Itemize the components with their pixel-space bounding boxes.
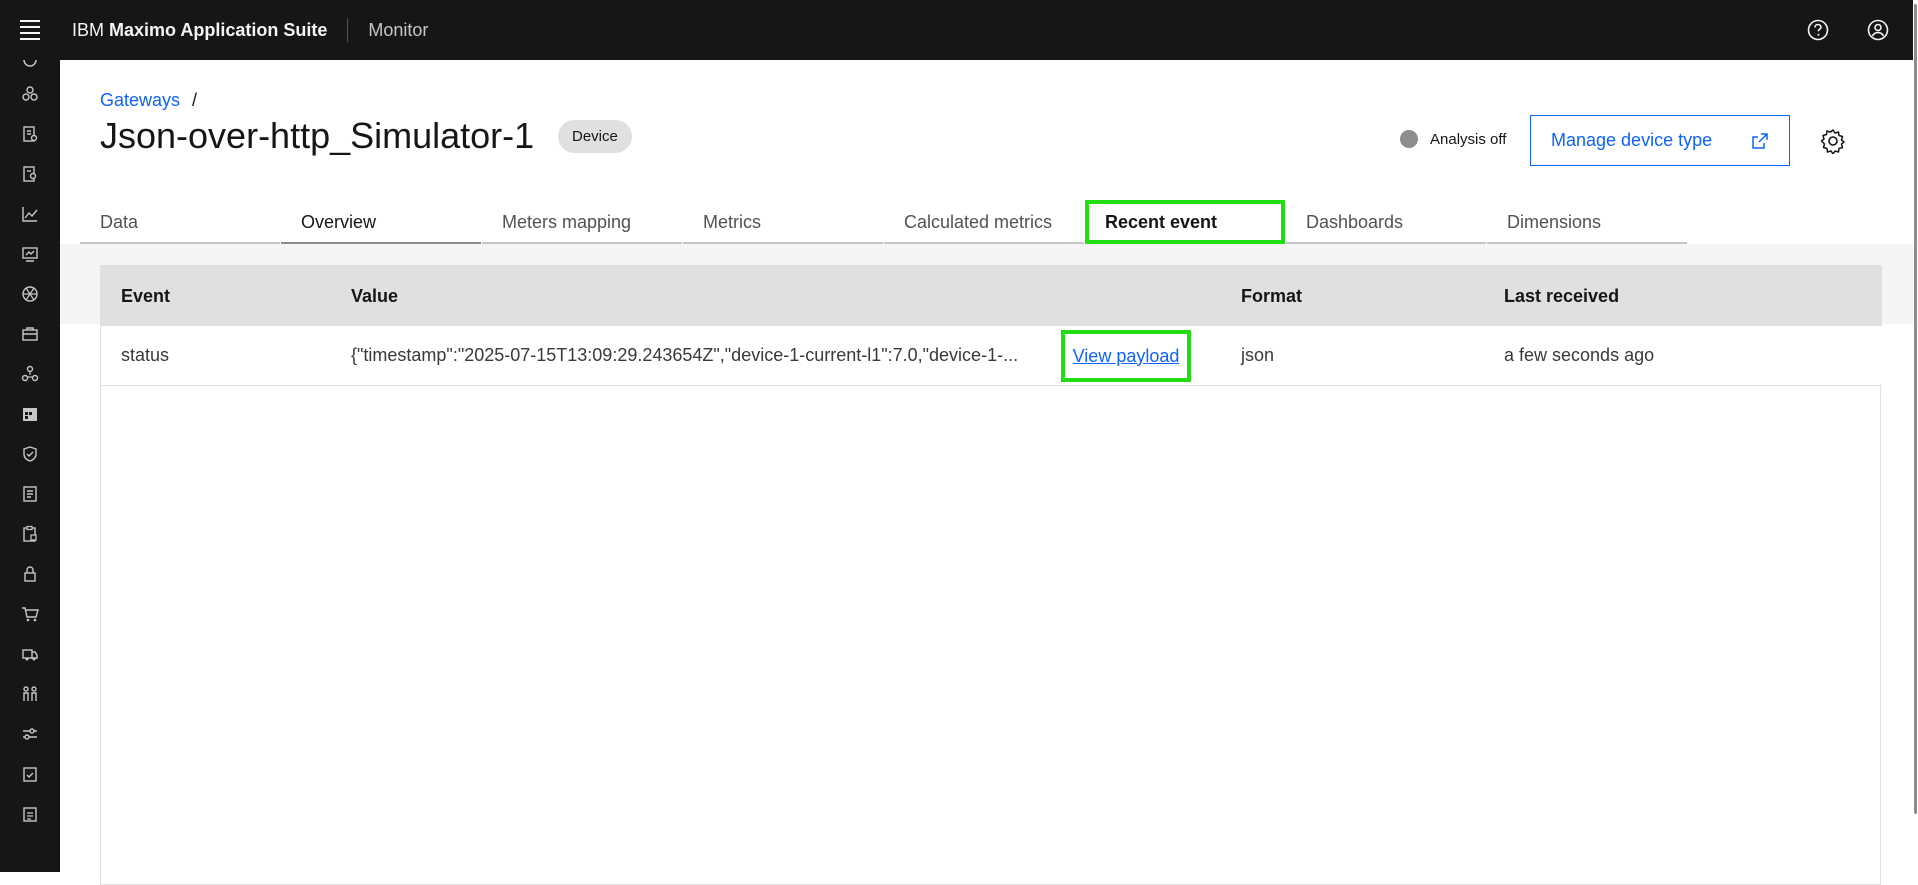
tab-calculated-metrics[interactable]: Calculated metrics xyxy=(884,200,1084,244)
nav-assets-icon[interactable] xyxy=(0,74,60,114)
brand-name[interactable]: IBM Maximo Application Suite xyxy=(72,20,327,41)
breadcrumb-gateways-link[interactable]: Gateways xyxy=(100,90,180,111)
tab-data[interactable]: Data xyxy=(80,200,280,244)
tab-dashboards[interactable]: Dashboards xyxy=(1286,200,1486,244)
cell-event: status xyxy=(121,345,170,365)
column-header-format[interactable]: Format xyxy=(1241,286,1302,307)
column-header-event[interactable]: Event xyxy=(121,286,170,307)
analysis-status: Analysis off xyxy=(1400,130,1506,148)
nav-calendar-icon[interactable] xyxy=(0,394,60,434)
device-tag: Device xyxy=(558,120,632,153)
column-header-last-received[interactable]: Last received xyxy=(1504,286,1619,307)
manage-device-type-label: Manage device type xyxy=(1551,130,1713,150)
scrollbar-thumb[interactable] xyxy=(1914,4,1917,814)
nav-settings-sliders-icon[interactable] xyxy=(0,714,60,754)
nav-toolbox-icon[interactable] xyxy=(0,314,60,354)
tab-metrics[interactable]: Metrics xyxy=(683,200,883,244)
page-scrollbar[interactable] xyxy=(1913,0,1918,872)
user-profile-icon[interactable] xyxy=(1848,0,1908,60)
view-payload-link[interactable]: View payload xyxy=(1061,330,1191,382)
nav-network-icon[interactable] xyxy=(0,354,60,394)
nav-cart-icon[interactable] xyxy=(0,594,60,634)
app-name: Monitor xyxy=(368,19,429,40)
nav-clipboard-icon[interactable] xyxy=(0,794,60,834)
nav-predict-icon[interactable] xyxy=(0,274,60,314)
header-divider xyxy=(347,18,349,42)
nav-target-icon[interactable] xyxy=(0,60,60,74)
brand-product: Maximo Application Suite xyxy=(109,19,328,40)
nav-clipboard-lock-icon[interactable] xyxy=(0,514,60,554)
side-navigation xyxy=(0,60,60,872)
breadcrumb: Gateways / xyxy=(100,90,197,111)
page-title: Json-over-http_Simulator-1 xyxy=(100,115,535,156)
nav-shield-icon[interactable] xyxy=(0,434,60,474)
tab-overview[interactable]: Overview xyxy=(281,200,481,244)
tab-recent-event[interactable]: Recent event xyxy=(1085,200,1285,244)
table-header: Event Value Format Last received xyxy=(101,266,1882,326)
status-dot-icon xyxy=(1400,130,1418,148)
nav-dashboard-icon[interactable] xyxy=(0,234,60,274)
nav-people-icon[interactable] xyxy=(0,674,60,714)
main-content: Gateways / Json-over-http_Simulator-1 De… xyxy=(60,60,1913,885)
top-header: IBM Maximo Application Suite Monitor xyxy=(0,0,1918,60)
tab-meters-mapping[interactable]: Meters mapping xyxy=(482,200,682,244)
breadcrumb-separator: / xyxy=(192,90,198,110)
analysis-status-label: Analysis off xyxy=(1430,130,1507,148)
nav-lock-icon[interactable] xyxy=(0,554,60,594)
table-row: status {"timestamp":"2025-07-15T13:09:29… xyxy=(101,326,1882,386)
help-icon[interactable] xyxy=(1788,0,1848,60)
brand-prefix: IBM xyxy=(72,19,105,40)
nav-checklist-icon[interactable] xyxy=(0,754,60,794)
menu-icon[interactable] xyxy=(0,0,60,60)
tab-list: Data Overview Meters mapping Metrics Cal… xyxy=(80,200,1688,244)
column-header-value[interactable]: Value xyxy=(351,286,398,307)
nav-work-orders-icon[interactable] xyxy=(0,114,60,154)
recent-events-table: Event Value Format Last received status … xyxy=(100,265,1882,885)
nav-delivery-icon[interactable] xyxy=(0,634,60,674)
nav-inspection-icon[interactable] xyxy=(0,154,60,194)
nav-monitor-chart-icon[interactable] xyxy=(0,194,60,234)
cell-format: json xyxy=(1241,345,1275,365)
settings-gear-icon[interactable] xyxy=(1820,128,1846,154)
tab-dimensions[interactable]: Dimensions xyxy=(1487,200,1687,244)
cell-last-received: a few seconds ago xyxy=(1504,345,1655,365)
manage-device-type-button[interactable]: Manage device type xyxy=(1530,115,1790,166)
launch-icon xyxy=(1752,132,1768,149)
cell-value: {"timestamp":"2025-07-15T13:09:29.243654… xyxy=(351,345,1019,365)
nav-report-icon[interactable] xyxy=(0,474,60,514)
